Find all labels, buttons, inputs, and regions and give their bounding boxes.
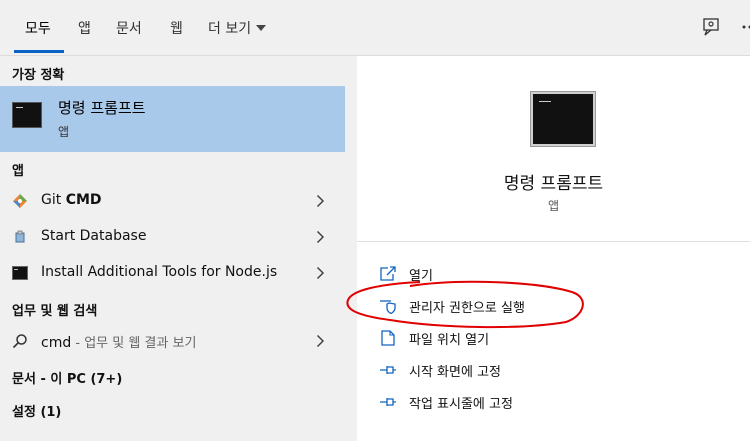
web-search-header: 업무 및 웹 검색 bbox=[12, 304, 98, 319]
best-match-item[interactable]: 명령 프롬프트 앱 bbox=[0, 86, 345, 152]
tab-more[interactable]: 더 보기 bbox=[208, 18, 267, 38]
action-label: 파일 위치 열기 bbox=[409, 333, 490, 348]
action-open[interactable]: 열기 bbox=[379, 262, 739, 286]
chevron-down-icon bbox=[256, 25, 267, 31]
action-open-file-location[interactable]: 파일 위치 열기 bbox=[379, 326, 739, 350]
pin-icon bbox=[380, 366, 396, 374]
action-pin-to-taskbar[interactable]: 작업 표시줄에 고정 bbox=[379, 390, 739, 414]
app-subtitle: 앱 bbox=[547, 199, 560, 213]
chevron-right-icon[interactable] bbox=[316, 334, 325, 348]
git-prefix: Git bbox=[41, 192, 66, 208]
action-pin-to-start[interactable]: 시작 화면에 고정 bbox=[379, 358, 739, 382]
terminal-icon bbox=[12, 266, 28, 280]
file-location-icon bbox=[381, 330, 395, 346]
action-label: 열기 bbox=[409, 269, 433, 284]
best-match-title: 명령 프롬프트 bbox=[58, 99, 146, 117]
more-options-icon[interactable] bbox=[740, 17, 750, 37]
documents-header[interactable]: 문서 - 이 PC (7+) bbox=[12, 368, 122, 387]
git-bold: CMD bbox=[65, 192, 102, 208]
tab-all[interactable]: 모두 bbox=[25, 18, 51, 38]
command-prompt-icon bbox=[12, 102, 42, 128]
list-item-git-cmd[interactable]: Git CMD bbox=[0, 184, 345, 218]
chevron-right-icon[interactable] bbox=[316, 230, 325, 244]
tab-more-label: 더 보기 bbox=[208, 21, 252, 37]
git-icon bbox=[13, 194, 27, 208]
command-prompt-icon bbox=[530, 91, 596, 147]
best-match-subtitle: 앱 bbox=[58, 125, 70, 139]
settings-header[interactable]: 설정 (1) bbox=[12, 401, 61, 420]
web-query: cmd bbox=[41, 335, 72, 351]
active-tab-indicator bbox=[14, 50, 64, 53]
search-scope-tabs: 모두 앱 문서 웹 더 보기 bbox=[0, 0, 750, 56]
results-list: 가장 정확 명령 프롬프트 앱 앱 Git CMD Start Database… bbox=[0, 56, 345, 441]
chevron-right-icon[interactable] bbox=[316, 194, 325, 208]
pin-icon bbox=[380, 398, 396, 406]
action-run-as-admin[interactable]: 관리자 권한으로 실행 bbox=[379, 294, 739, 318]
app-details-pane: 명령 프롬프트 앱 열기 관리자 권한으로 실행 파일 위치 열기 시작 화면에… bbox=[357, 56, 750, 441]
action-label: 시작 화면에 고정 bbox=[409, 365, 501, 380]
web-hint: - 업무 및 웹 결과 보기 bbox=[71, 336, 197, 351]
database-icon bbox=[15, 230, 25, 243]
action-label: 관리자 권한으로 실행 bbox=[409, 301, 525, 316]
search-icon bbox=[12, 334, 27, 349]
list-item-install-tools[interactable]: Install Additional Tools for Node.js bbox=[0, 256, 345, 290]
feedback-icon[interactable] bbox=[701, 17, 721, 37]
open-icon bbox=[380, 266, 396, 281]
list-item-start-database[interactable]: Start Database bbox=[0, 220, 345, 254]
action-label: 작업 표시줄에 고정 bbox=[409, 397, 513, 412]
list-item-web-search[interactable]: cmd - 업무 및 웹 결과 보기 bbox=[0, 324, 345, 358]
admin-shield-icon bbox=[380, 300, 396, 314]
apps-header: 앱 bbox=[12, 164, 24, 179]
divider bbox=[357, 241, 750, 242]
tab-web[interactable]: 웹 bbox=[170, 18, 183, 38]
tab-documents[interactable]: 문서 bbox=[116, 18, 142, 38]
list-item-label: Install Additional Tools for Node.js bbox=[41, 264, 278, 280]
list-item-label: Git CMD bbox=[41, 192, 102, 208]
list-item-label: Start Database bbox=[41, 228, 147, 244]
app-title: 명령 프롬프트 bbox=[503, 174, 604, 194]
tab-apps[interactable]: 앱 bbox=[78, 18, 91, 38]
best-match-header: 가장 정확 bbox=[12, 68, 65, 83]
list-item-label: cmd - 업무 및 웹 결과 보기 bbox=[41, 332, 196, 351]
chevron-right-icon[interactable] bbox=[316, 266, 325, 280]
